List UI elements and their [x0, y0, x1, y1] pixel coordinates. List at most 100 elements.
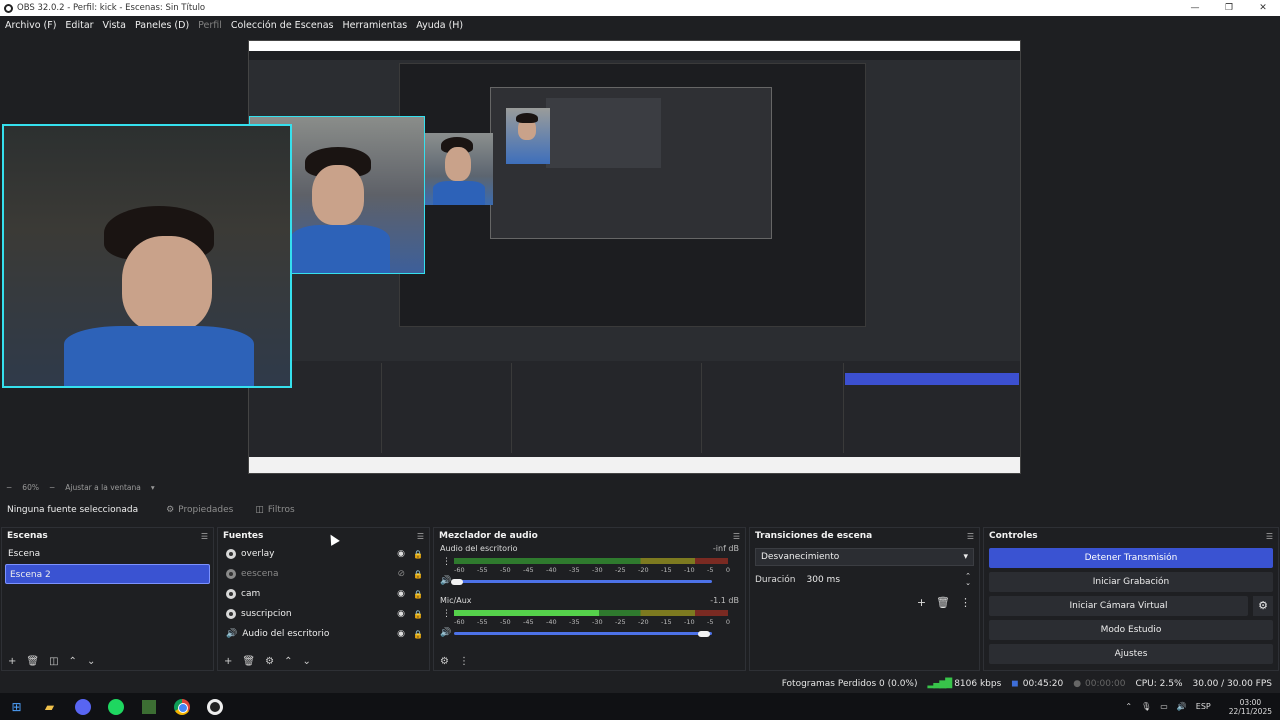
zoom-out-button[interactable]: −	[6, 483, 12, 492]
source-item-overlay[interactable]: overlay ◉ 🔒	[218, 544, 429, 564]
camera-source-icon	[226, 589, 236, 599]
lock-icon[interactable]: 🔒	[413, 550, 423, 559]
scene-filters-icon[interactable]: ◫	[49, 656, 58, 667]
scene-item-selected[interactable]: Escena 2	[5, 564, 210, 584]
move-up-icon[interactable]: ⌃	[284, 656, 292, 667]
face	[445, 147, 471, 181]
mixer-menu-icon[interactable]: ⋮	[459, 656, 469, 667]
lock-icon[interactable]: 🔒	[413, 610, 423, 619]
menu-perfil[interactable]: Perfil	[198, 20, 222, 31]
chevron-up-icon[interactable]: ⌃	[1125, 702, 1132, 711]
filters-button[interactable]: ◫ Filtros	[255, 505, 294, 515]
status-bar: Fotogramas Perdidos 0 (0.0%) ▂▄▆█ 8106 k…	[0, 676, 1280, 692]
properties-button[interactable]: ⚙ Propiedades	[166, 505, 233, 515]
speaker-icon[interactable]: 🔊	[440, 576, 451, 586]
move-up-icon[interactable]: ⌃	[69, 656, 77, 667]
dock-menu-icon[interactable]: ☰	[417, 532, 424, 541]
remove-transition-icon[interactable]: 🗑	[936, 596, 950, 609]
dock-menu-icon[interactable]: ☰	[1266, 532, 1273, 541]
move-down-icon[interactable]: ⌄	[302, 656, 310, 667]
mixer-channel-desktop: Audio del escritorio -inf dB ⋮ -60 -55 -50…	[434, 544, 745, 596]
dock-menu-icon[interactable]: ☰	[201, 532, 208, 541]
tick-label: -15	[661, 618, 672, 626]
channel-menu-icon[interactable]: ⋮	[442, 557, 451, 567]
spotify-icon[interactable]	[99, 693, 132, 720]
duration-input[interactable]: 300 ms ⌃ ⌄	[804, 572, 974, 588]
tick-label: -60	[454, 566, 465, 574]
source-name: Audio del escritorio	[242, 629, 330, 639]
start-recording-button[interactable]: Iniciar Grabación	[989, 572, 1273, 592]
zoom-out-button-2[interactable]: −	[49, 483, 55, 492]
lock-icon[interactable]: 🔒	[413, 590, 423, 599]
spinner-icon[interactable]: ⌃ ⌄	[965, 573, 971, 587]
start-virtual-camera-button[interactable]: Iniciar Cámara Virtual ⚙	[989, 596, 1273, 616]
volume-knob[interactable]	[450, 578, 463, 585]
no-source-label: Ninguna fuente seleccionada	[7, 505, 139, 515]
transition-select[interactable]: Desvanecimiento ▾	[755, 548, 974, 566]
network-icon[interactable]: ▭	[1160, 702, 1168, 711]
menu-herramientas[interactable]: Herramientas	[343, 20, 408, 31]
chrome-icon[interactable]	[165, 693, 198, 720]
remove-source-icon[interactable]: 🗑	[242, 656, 255, 667]
clock[interactable]: 03:00 22/11/2025	[1220, 698, 1272, 716]
channel-menu-icon[interactable]: ⋮	[442, 609, 451, 619]
eye-icon[interactable]: ◉	[397, 549, 405, 559]
minimize-button[interactable]: —	[1178, 0, 1212, 16]
source-item-suscripcion[interactable]: suscripcion ◉ 🔒	[218, 604, 429, 624]
stop-streaming-button[interactable]: Detener Transmisión	[989, 548, 1273, 568]
advanced-audio-icon[interactable]: ⚙	[440, 656, 449, 667]
lock-icon[interactable]: 🔒	[413, 630, 423, 639]
lock-icon[interactable]: 🔒	[413, 570, 423, 579]
source-settings-icon[interactable]: ⚙	[265, 656, 274, 667]
menu-archivo[interactable]: Archivo (F)	[5, 20, 56, 31]
file-explorer-icon[interactable]: ▰	[33, 693, 66, 720]
eye-icon[interactable]: ◉	[397, 629, 405, 639]
volume-knob[interactable]	[698, 630, 711, 637]
recording-time: 00:00:00	[1085, 679, 1126, 689]
transitions-title: Transiciones de escena	[755, 531, 873, 541]
transition-menu-icon[interactable]: ⋮	[960, 596, 971, 609]
scene-item[interactable]: Escena	[2, 544, 213, 564]
menu-coleccion-escenas[interactable]: Colección de Escenas	[231, 20, 334, 31]
move-down-icon[interactable]: ⌄	[87, 656, 95, 667]
volume-slider[interactable]	[454, 630, 712, 637]
tick-label: -30	[592, 566, 603, 574]
eye-icon[interactable]: ◉	[397, 609, 405, 619]
minecraft-icon[interactable]	[132, 693, 165, 720]
menu-ayuda[interactable]: Ayuda (H)	[416, 20, 463, 31]
settings-button[interactable]: Ajustes	[989, 644, 1273, 664]
studio-mode-button[interactable]: Modo Estudio	[989, 620, 1273, 640]
eye-icon[interactable]: ◉	[397, 589, 405, 599]
virtual-camera-settings-icon[interactable]: ⚙	[1253, 596, 1273, 616]
fit-window-label[interactable]: Ajustar a la ventana	[65, 483, 141, 492]
tick-label: -10	[684, 618, 695, 626]
dock-menu-icon[interactable]: ☰	[967, 532, 974, 541]
language-indicator[interactable]: ESP	[1196, 702, 1211, 711]
scenes-dock: Escenas ☰ Escena Escena 2 + 🗑 ◫ ⌃ ⌄	[1, 527, 214, 671]
windows-start-icon[interactable]: ⊞	[0, 693, 33, 720]
source-item-eescena[interactable]: eescena ⊘ 🔒	[218, 564, 429, 584]
menu-vista[interactable]: Vista	[103, 20, 126, 31]
webcam-recursion-3	[423, 133, 493, 205]
speaker-icon[interactable]: 🔊	[440, 628, 451, 638]
dock-menu-icon[interactable]: ☰	[733, 532, 740, 541]
browser-source-icon	[226, 609, 236, 619]
remove-scene-icon[interactable]: 🗑	[26, 656, 39, 667]
fit-window-dropdown-icon[interactable]: ▾	[151, 483, 155, 492]
microphone-icon[interactable]: 🎙	[1141, 702, 1151, 711]
close-button[interactable]: ✕	[1246, 0, 1280, 16]
maximize-button[interactable]: ❐	[1212, 0, 1246, 16]
add-scene-icon[interactable]: +	[8, 656, 16, 667]
volume-slider[interactable]	[450, 578, 712, 585]
discord-icon[interactable]	[66, 693, 99, 720]
source-item-audio[interactable]: 🔊 Audio del escritorio ◉ 🔒	[218, 624, 429, 644]
preview-canvas[interactable]	[0, 34, 1280, 480]
add-transition-icon[interactable]: +	[917, 596, 926, 609]
add-source-icon[interactable]: +	[224, 656, 232, 667]
obs-taskbar-icon[interactable]	[198, 693, 231, 720]
menu-paneles[interactable]: Paneles (D)	[135, 20, 189, 31]
volume-icon[interactable]: 🔊	[1177, 702, 1187, 711]
eye-hidden-icon[interactable]: ⊘	[397, 569, 405, 579]
menu-editar[interactable]: Editar	[65, 20, 93, 31]
source-item-cam[interactable]: cam ◉ 🔒	[218, 584, 429, 604]
